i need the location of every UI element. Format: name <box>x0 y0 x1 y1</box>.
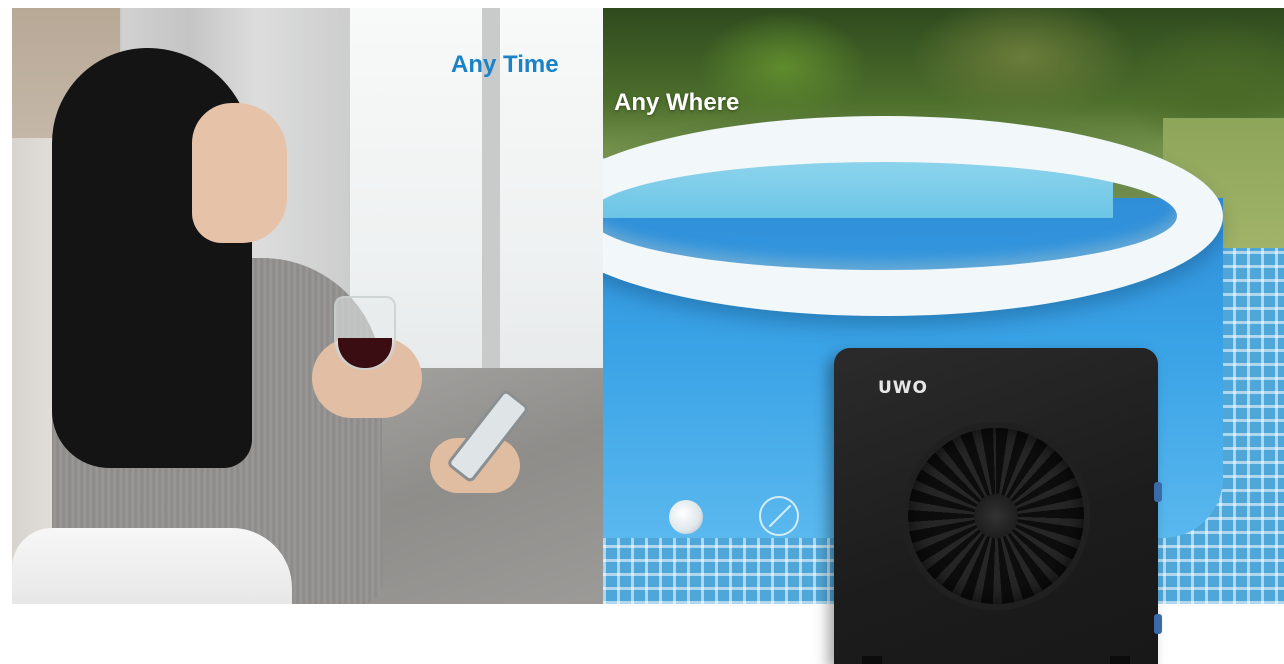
fan-hub <box>974 494 1018 538</box>
pillow <box>12 528 292 604</box>
water-port <box>1154 482 1162 502</box>
warning-icon <box>759 496 799 536</box>
water-port <box>1154 614 1162 634</box>
heat-pump-unit: UWO <box>834 348 1162 664</box>
banner: UWO Any Time Any Where <box>0 0 1284 664</box>
face <box>192 103 287 243</box>
brand-logo: UWO <box>878 378 929 398</box>
woman-with-phone-photo <box>12 8 603 604</box>
fan-icon <box>908 428 1084 604</box>
valve-icon <box>669 500 703 534</box>
unit-foot <box>862 656 882 664</box>
unit-foot <box>1110 656 1130 664</box>
caption-any-where: Any Where <box>614 89 740 116</box>
caption-any-time: Any Time <box>451 51 559 78</box>
